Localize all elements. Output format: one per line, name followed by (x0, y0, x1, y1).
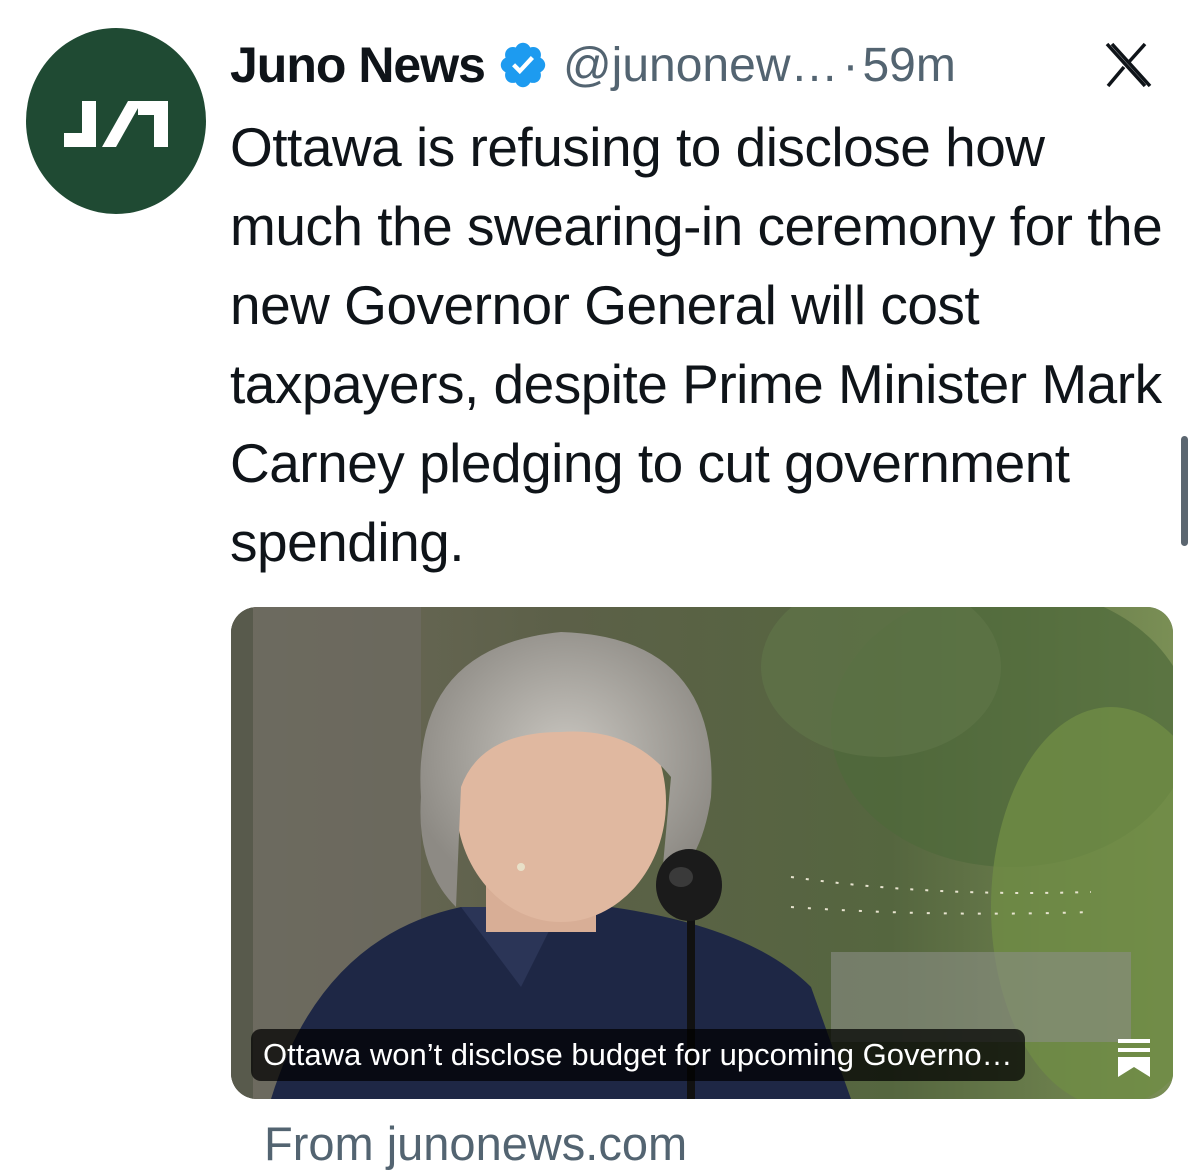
link-card-caption[interactable]: Ottawa won’t disclose budget for upcomin… (251, 1029, 1025, 1081)
juno-news-logo (64, 101, 168, 147)
post-timestamp[interactable]: 59m (862, 38, 955, 93)
scrollbar[interactable] (1181, 436, 1188, 546)
post-header: Juno News @junonew… · 59m (230, 30, 1180, 100)
post-text: Ottawa is refusing to disclose how much … (230, 116, 1163, 573)
bookmark-icon[interactable] (1114, 1035, 1154, 1079)
link-card-media[interactable]: Ottawa won’t disclose budget for upcomin… (231, 607, 1173, 1099)
x-logo-icon (1105, 42, 1152, 88)
author-handle[interactable]: @junonew… (563, 38, 839, 93)
author-name[interactable]: Juno News (230, 36, 486, 94)
header-separator: · (842, 38, 859, 92)
news-photo (231, 607, 1173, 1099)
post-avatar[interactable] (26, 28, 206, 214)
verified-badge-icon (500, 42, 546, 88)
